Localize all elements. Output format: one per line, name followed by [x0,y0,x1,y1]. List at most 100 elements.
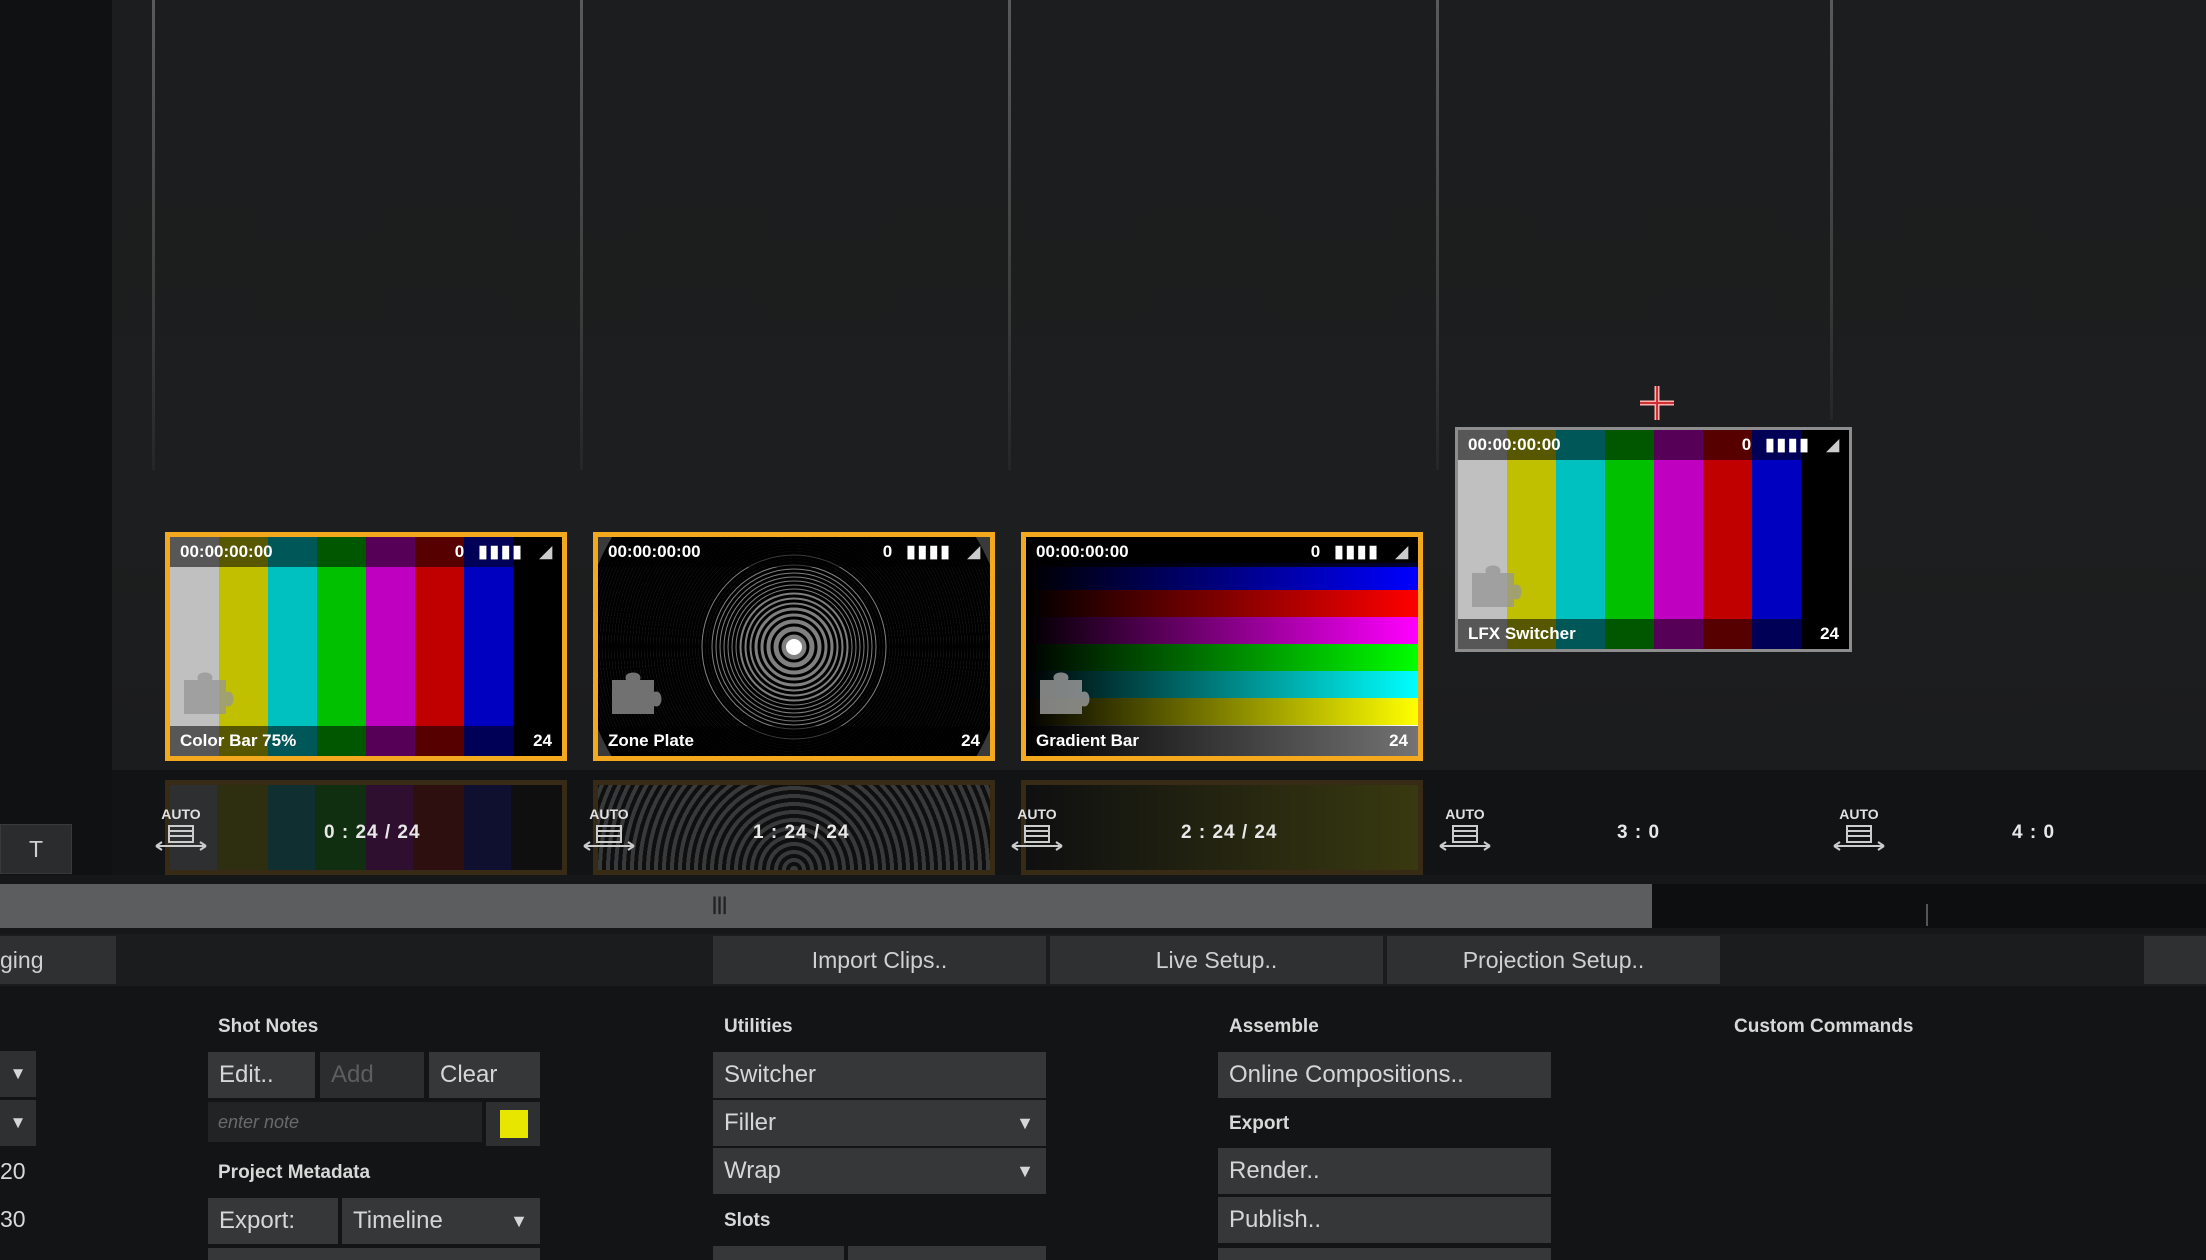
color-bars-image [170,537,562,756]
filler-select[interactable]: Filler ▼ [713,1100,1046,1146]
clip-thumbnail[interactable]: 00:00:00:00 0 ▮▮▮▮ ◢ LFX Switcher 24 [1455,427,1852,652]
clip-name: Color Bar 75% [180,731,297,750]
chevron-down-icon: ▼ [510,1210,528,1231]
clear-note-button[interactable]: Clear [429,1052,540,1098]
metadata-extra-button[interactable] [208,1248,540,1260]
chevron-down-icon: ▼ [1016,1112,1034,1133]
clip-header: 00:00:00:00 0 ▮▮▮▮ ◢ [598,537,990,567]
text-tool-button[interactable]: T [0,824,72,874]
clip-frames: 24 [1820,624,1839,643]
clip-frames: 24 [1389,731,1408,750]
online-compositions-button[interactable]: Online Compositions.. [1218,1052,1551,1098]
pin-icon[interactable]: ◢ [1396,542,1408,562]
film-icon [1833,825,1885,851]
note-color-swatch [500,1110,528,1138]
pin-icon[interactable]: ◢ [968,542,980,562]
color-bars-image [1458,430,1849,649]
clip-timecode: 00:00:00:00 [1468,435,1561,454]
shot-notes-title: Shot Notes [218,1016,319,1037]
clip-count: 0 [1310,542,1321,561]
clip-header: 00:00:00:00 0 ▮▮▮▮ ◢ [170,537,562,567]
dropdown-arrow-button[interactable]: ▼ [0,1100,36,1146]
scrollbar-thumb[interactable] [0,884,1652,928]
value-field[interactable]: 20 [0,1158,26,1185]
publish-button[interactable]: Publish.. [1218,1197,1551,1243]
toolbar-extra-button[interactable] [2144,936,2206,984]
clip-level-bars: ▮▮▮▮ [906,542,952,561]
clip-timecode: 00:00:00:00 [608,542,701,561]
gradient-bars-image [1026,537,1418,756]
assemble-title: Assemble [1229,1016,1319,1037]
slot-marker[interactable]: AUTO [1829,806,1889,852]
wrap-select[interactable]: Wrap ▼ [713,1148,1046,1194]
guide-line [1008,0,1011,470]
add-note-button[interactable]: Add [320,1052,424,1098]
guide-line [1830,0,1833,420]
guide-line [580,0,583,470]
tab-staging[interactable]: ging [0,936,116,984]
puzzle-icon [184,672,234,714]
dropdown-arrow-button[interactable]: ▼ [0,1051,36,1097]
import-clips-button[interactable]: Import Clips.. [713,936,1046,984]
export-select-value: Timeline [353,1207,443,1234]
auto-label: AUTO [1445,806,1485,822]
slot-count: 3 : 0 [1617,822,1661,843]
slots-select[interactable] [848,1246,1046,1260]
film-icon [583,825,635,851]
edit-note-button[interactable]: Edit.. [208,1052,315,1098]
auto-label: AUTO [161,806,201,822]
render-button[interactable]: Render.. [1218,1148,1551,1194]
slot-marker[interactable]: AUTO [579,806,639,852]
clip-count: 0 [882,542,893,561]
pin-icon[interactable]: ◢ [1827,435,1839,455]
clip-level-bars: ▮▮▮▮ [1765,435,1811,454]
tab-label: ging [0,946,44,973]
assemble-extra-button[interactable] [1218,1248,1551,1260]
projection-setup-button[interactable]: Projection Setup.. [1387,936,1720,984]
utilities-title: Utilities [724,1016,793,1037]
clip-thumbnail[interactable]: 00:00:00:00 0 ▮▮▮▮ ◢ Gradient Bar 24 [1021,532,1423,761]
slot-marker[interactable]: AUTO [1007,806,1067,852]
clip-name: Zone Plate [608,731,694,750]
project-metadata-title: Project Metadata [218,1162,371,1183]
value-field[interactable]: 30 [0,1206,26,1233]
guide-line [152,0,155,470]
export-title: Export [1229,1113,1290,1134]
slot-count: 1 : 24 / 24 [753,822,850,843]
clip-thumbnail[interactable]: 00:00:00:00 0 ▮▮▮▮ ◢ Zone Plate 24 [593,532,995,761]
clip-timecode: 00:00:00:00 [180,542,273,561]
custom-commands-title: Custom Commands [1734,1016,1914,1037]
clip-count: 0 [1741,435,1752,454]
chevron-down-icon: ▼ [1016,1160,1034,1181]
clip-name: Gradient Bar [1036,731,1139,750]
puzzle-icon [612,672,662,714]
guide-line [1436,0,1439,470]
clip-footer: Gradient Bar 24 [1026,726,1418,756]
wrap-select-value: Wrap [724,1157,781,1184]
puzzle-icon [1472,565,1522,607]
export-select[interactable]: Timeline ▼ [342,1198,540,1244]
live-setup-button[interactable]: Live Setup.. [1050,936,1383,984]
slot-marker[interactable]: AUTO [1435,806,1495,852]
clip-footer: Zone Plate 24 [598,726,990,756]
clip-timecode: 00:00:00:00 [1036,542,1129,561]
pin-icon[interactable]: ◢ [540,542,552,562]
clip-thumbnail[interactable]: 00:00:00:00 0 ▮▮▮▮ ◢ Color Bar 75% 24 [165,532,567,761]
scrollbar-tick [1926,904,1928,926]
auto-label: AUTO [589,806,629,822]
clip-footer: LFX Switcher 24 [1458,619,1849,649]
auto-label: AUTO [1839,806,1879,822]
slot-count: 0 : 24 / 24 [324,822,421,843]
clip-frames: 24 [961,731,980,750]
slot-marker[interactable]: AUTO [151,806,211,852]
slots-button[interactable] [713,1246,844,1260]
clip-header: 00:00:00:00 0 ▮▮▮▮ ◢ [1026,537,1418,567]
switcher-button[interactable]: Switcher [713,1052,1046,1098]
clip-footer: Color Bar 75% 24 [170,726,562,756]
scrollbar-grip-icon: ||| [712,894,728,914]
filler-select-value: Filler [724,1109,776,1136]
note-input[interactable]: enter note [208,1102,482,1142]
film-icon [1439,825,1491,851]
export-label-button[interactable]: Export: [208,1198,338,1244]
clip-level-bars: ▮▮▮▮ [1334,542,1380,561]
